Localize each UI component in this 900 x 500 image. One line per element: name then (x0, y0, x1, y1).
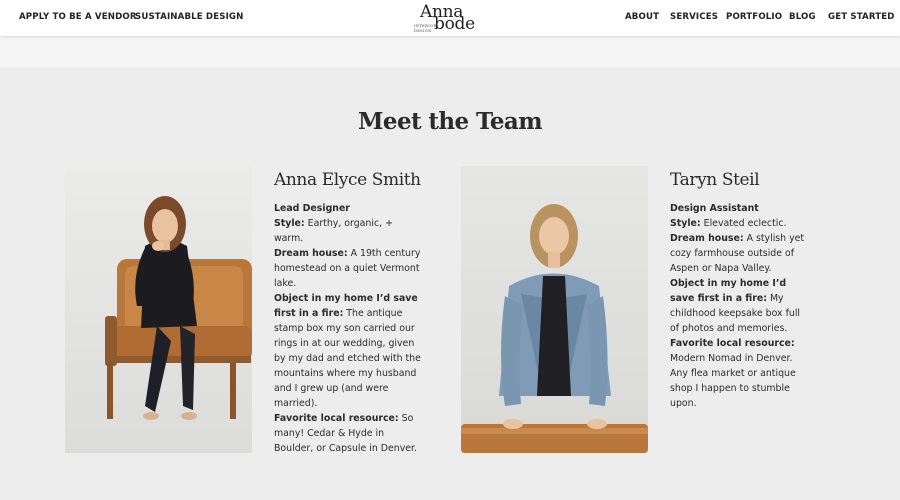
team-member-bio: Design Assistant Style: Elevated eclecti… (670, 201, 810, 411)
nav-get-started[interactable]: GET STARTED (828, 12, 895, 22)
section-title: Meet the Team (358, 108, 543, 135)
value-style: Elevated eclectic. (700, 218, 787, 229)
team-member-bio: Lead Designer Style: Earthy, organic, + … (274, 201, 424, 456)
label-style: Style: (670, 218, 701, 229)
site-logo[interactable]: Anna bode INTERIOR DESIGN (414, 2, 488, 34)
value-resource: Modern Nomad in Denver. Any flea market … (670, 353, 796, 409)
role: Lead Designer (274, 203, 350, 214)
nav-apply-vendor[interactable]: APPLY TO BE A VENDOR (19, 12, 137, 22)
nav-about[interactable]: ABOUT (625, 12, 659, 22)
logo-tagline: INTERIOR DESIGN (414, 24, 437, 33)
role: Design Assistant (670, 203, 759, 214)
label-dream-house: Dream house: (670, 233, 744, 244)
nav-portfolio[interactable]: PORTFOLIO (726, 12, 782, 22)
team-member-name: Taryn Steil (670, 170, 760, 190)
site-header: APPLY TO BE A VENDOR SUSTAINABLE DESIGN … (0, 0, 900, 36)
team-member-name: Anna Elyce Smith (274, 170, 421, 190)
nav-blog[interactable]: BLOG (789, 12, 816, 22)
label-style: Style: (274, 218, 305, 229)
label-resource: Favorite local resource: (274, 413, 399, 424)
header-band (0, 36, 900, 67)
value-object: The antique stamp box my son carried our… (274, 308, 421, 409)
team-photo-anna (65, 166, 252, 453)
logo-line-2: bode (434, 14, 475, 34)
label-dream-house: Dream house: (274, 248, 348, 259)
nav-services[interactable]: SERVICES (670, 12, 718, 22)
nav-sustainable-design[interactable]: SUSTAINABLE DESIGN (135, 12, 243, 22)
label-resource: Favorite local resource: (670, 338, 795, 349)
team-photo-taryn (461, 166, 648, 453)
